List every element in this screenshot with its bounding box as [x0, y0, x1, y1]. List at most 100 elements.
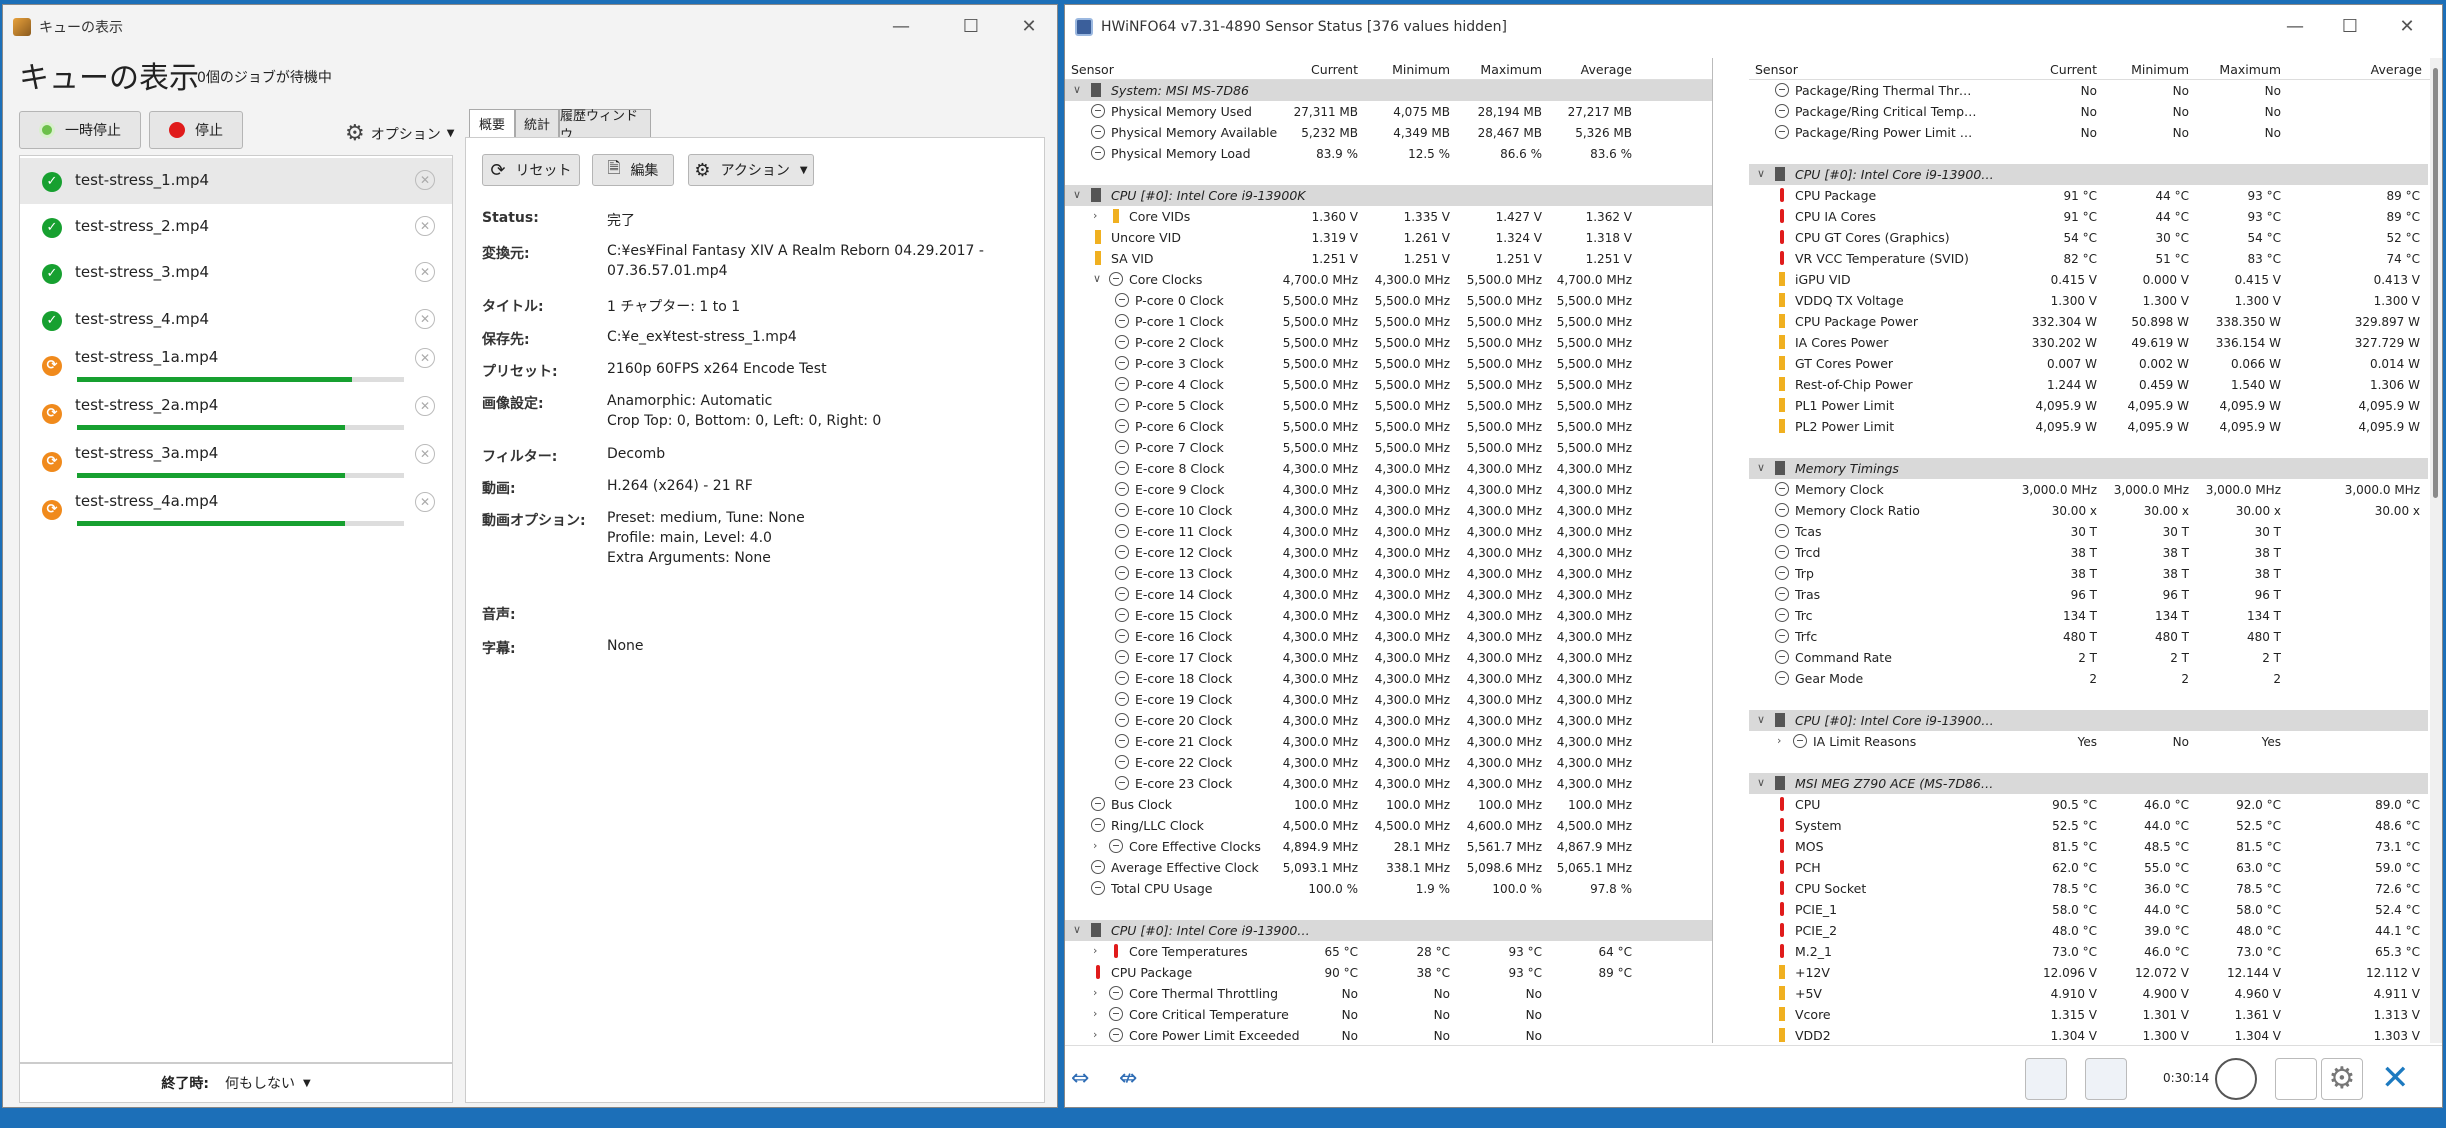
sensor-row[interactable]: Total CPU Usage 100.0 % 1.9 % 100.0 % 97.8 % — [1065, 878, 1712, 899]
sensor-row[interactable]: PL2 Power Limit 4,095.9 W 4,095.9 W 4,095.9… — [1749, 416, 2428, 437]
tab-summary[interactable]: 概要 — [469, 109, 515, 137]
sensor-group-row[interactable]: ∨ CPU [#0]: Intel Core i9-13900K:... — [1065, 920, 1712, 941]
sensor-row[interactable]: SA VID 1.251 V 1.251 V 1.251 V 1.251 V — [1065, 248, 1712, 269]
sensor-row[interactable]: P-core 2 Clock 5,500.0 MHz 5,500.0 MHz 5,50… — [1065, 332, 1712, 353]
sensor-group-row[interactable]: ∨ CPU [#0]: Intel Core i9-13900K:... — [1749, 164, 2428, 185]
maximize-button[interactable]: ☐ — [2320, 13, 2380, 41]
chevron-right-icon[interactable]: › — [1093, 1028, 1097, 1041]
sensor-row[interactable]: P-core 3 Clock 5,500.0 MHz 5,500.0 MHz 5,50… — [1065, 353, 1712, 374]
sensor-group-row[interactable]: ∨ System: MSI MS-7D86 — [1065, 80, 1712, 101]
close-button[interactable]: ✕ — [999, 13, 1057, 41]
sensor-row[interactable]: P-core 5 Clock 5,500.0 MHz 5,500.0 MHz 5,50… — [1065, 395, 1712, 416]
remove-item-icon[interactable]: ✕ — [415, 396, 435, 416]
sensor-row[interactable]: P-core 1 Clock 5,500.0 MHz 5,500.0 MHz 5,50… — [1065, 311, 1712, 332]
sensor-row[interactable]: P-core 6 Clock 5,500.0 MHz 5,500.0 MHz 5,50… — [1065, 416, 1712, 437]
col-sensor[interactable]: Sensor — [1755, 62, 1798, 77]
remove-item-icon[interactable]: ✕ — [415, 348, 435, 368]
network-icon[interactable] — [2085, 1058, 2127, 1100]
chevron-down-icon[interactable]: ∨ — [1073, 83, 1081, 96]
sensor-row[interactable]: E-core 13 Clock 4,300.0 MHz 4,300.0 MHz 4,3… — [1065, 563, 1712, 584]
sensor-row[interactable]: P-core 4 Clock 5,500.0 MHz 5,500.0 MHz 5,50… — [1065, 374, 1712, 395]
chevron-down-icon[interactable]: ∨ — [1073, 188, 1081, 201]
sensor-row[interactable]: PL1 Power Limit 4,095.9 W 4,095.9 W 4,095.9… — [1749, 395, 2428, 416]
sensor-row[interactable]: E-core 20 Clock 4,300.0 MHz 4,300.0 MHz 4,3… — [1065, 710, 1712, 731]
queue-item[interactable]: ⟳ test-stress_1a.mp4 ✕ — [20, 342, 452, 388]
col-sensor[interactable]: Sensor — [1071, 62, 1114, 77]
chevron-down-icon[interactable]: ∨ — [1757, 461, 1765, 474]
chevron-down-icon[interactable]: ∨ — [1073, 923, 1081, 936]
settings-icon[interactable]: ⚙ — [2321, 1058, 2363, 1100]
sensor-row[interactable]: Memory Clock 3,000.0 MHz 3,000.0 MHz 3,000.… — [1749, 479, 2428, 500]
close-button[interactable]: ✕ — [2377, 13, 2437, 41]
sensor-row[interactable]: Memory Clock Ratio 30.00 x 30.00 x 30.00 x 3… — [1749, 500, 2428, 521]
expand-all-icon[interactable]: ⇔ — [1071, 1066, 1089, 1091]
queue-item[interactable]: ✓ test-stress_1.mp4 ✕ — [20, 158, 452, 204]
chevron-right-icon[interactable]: › — [1093, 209, 1097, 222]
remove-item-icon[interactable]: ✕ — [415, 216, 435, 236]
collapse-all-icon[interactable]: ⇎ — [1119, 1066, 1137, 1091]
sensor-row[interactable]: CPU Socket 78.5 °C 36.0 °C 78.5 °C 72.6 °C — [1749, 878, 2428, 899]
sensor-group-row[interactable]: ∨ CPU [#0]: Intel Core i9-13900K:... — [1749, 710, 2428, 731]
sensor-row[interactable]: M.2_1 73.0 °C 46.0 °C 73.0 °C 65.3 °C — [1749, 941, 2428, 962]
col-average[interactable]: Average — [2371, 62, 2422, 77]
chevron-down-icon[interactable]: ∨ — [1093, 272, 1101, 285]
chevron-right-icon[interactable]: › — [1777, 734, 1781, 747]
sensor-row[interactable]: CPU GT Cores (Graphics) 54 °C 30 °C 54 °C 52… — [1749, 227, 2428, 248]
sensor-row[interactable]: VDDQ TX Voltage 1.300 V 1.300 V 1.300 V 1.30… — [1749, 290, 2428, 311]
sensor-group-row[interactable]: ∨ Memory Timings — [1749, 458, 2428, 479]
sensor-row[interactable]: System 52.5 °C 44.0 °C 52.5 °C 48.6 °C — [1749, 815, 2428, 836]
sensor-row[interactable]: +5V 4.910 V 4.900 V 4.960 V 4.911 V — [1749, 983, 2428, 1004]
edit-button[interactable]: 🗎 編集 — [592, 154, 674, 186]
chevron-right-icon[interactable]: › — [1093, 839, 1097, 852]
queue-item[interactable]: ✓ test-stress_2.mp4 ✕ — [20, 204, 452, 250]
sensor-row[interactable]: E-core 17 Clock 4,300.0 MHz 4,300.0 MHz 4,3… — [1065, 647, 1712, 668]
sensor-row[interactable]: CPU IA Cores 91 °C 44 °C 93 °C 89 °C — [1749, 206, 2428, 227]
sensor-row[interactable]: Package/Ring Power Limit Excee... No No No — [1749, 122, 2428, 143]
sensor-row[interactable]: Package/Ring Critical Temperat... No No No — [1749, 101, 2428, 122]
sensor-row[interactable]: IA Cores Power 330.202 W 49.619 W 336.154 W… — [1749, 332, 2428, 353]
vertical-scrollbar[interactable] — [2430, 58, 2442, 1043]
sensor-row[interactable]: MOS 81.5 °C 48.5 °C 81.5 °C 73.1 °C — [1749, 836, 2428, 857]
sensor-row[interactable]: E-core 23 Clock 4,300.0 MHz 4,300.0 MHz 4,3… — [1065, 773, 1712, 794]
sensor-row[interactable]: VDD2 1.304 V 1.300 V 1.304 V 1.303 V — [1749, 1025, 2428, 1043]
remove-item-icon[interactable]: ✕ — [415, 170, 435, 190]
sensor-row[interactable]: Rest-of-Chip Power 1.244 W 0.459 W 1.540 W 1… — [1749, 374, 2428, 395]
sensor-row[interactable]: E-core 22 Clock 4,300.0 MHz 4,300.0 MHz 4,3… — [1065, 752, 1712, 773]
sensor-row[interactable]: Physical Memory Used 27,311 MB 4,075 MB 28,… — [1065, 101, 1712, 122]
minimize-button[interactable]: — — [871, 13, 931, 41]
action-button[interactable]: ⚙ アクション ▼ — [688, 154, 814, 186]
remove-item-icon[interactable]: ✕ — [415, 309, 435, 329]
sensor-row[interactable]: Tcas 30 T 30 T 30 T — [1749, 521, 2428, 542]
sensor-row[interactable]: CPU Package 90 °C 38 °C 93 °C 89 °C — [1065, 962, 1712, 983]
col-average[interactable]: Average — [1581, 62, 1632, 77]
sensor-row[interactable]: P-core 7 Clock 5,500.0 MHz 5,500.0 MHz 5,50… — [1065, 437, 1712, 458]
col-current[interactable]: Current — [1311, 62, 1358, 77]
sensor-row[interactable]: › Core Effective Clocks 4,894.9 MHz 28.1 MH… — [1065, 836, 1712, 857]
sensor-row[interactable]: E-core 19 Clock 4,300.0 MHz 4,300.0 MHz 4,3… — [1065, 689, 1712, 710]
queue-item[interactable]: ⟳ test-stress_2a.mp4 ✕ — [20, 390, 452, 436]
sensor-row[interactable]: Gear Mode 2 2 2 — [1749, 668, 2428, 689]
col-maximum[interactable]: Maximum — [1480, 62, 1542, 77]
sensor-row[interactable]: Uncore VID 1.319 V 1.261 V 1.324 V 1.318 V — [1065, 227, 1712, 248]
sensor-row[interactable]: Trcd 38 T 38 T 38 T — [1749, 542, 2428, 563]
col-current[interactable]: Current — [2050, 62, 2097, 77]
chevron-right-icon[interactable]: › — [1093, 986, 1097, 999]
sensor-row[interactable]: GT Cores Power 0.007 W 0.002 W 0.066 W 0.014… — [1749, 353, 2428, 374]
sensor-row[interactable]: PCH 62.0 °C 55.0 °C 63.0 °C 59.0 °C — [1749, 857, 2428, 878]
chevron-right-icon[interactable]: › — [1093, 1007, 1097, 1020]
sensor-row[interactable]: E-core 9 Clock 4,300.0 MHz 4,300.0 MHz 4,30… — [1065, 479, 1712, 500]
sensor-row[interactable]: › Core Temperatures 65 °C 28 °C 93 °C 64 °C — [1065, 941, 1712, 962]
sensor-row[interactable]: Package/Ring Thermal Throttling No No No — [1749, 80, 2428, 101]
sensor-row[interactable]: CPU Package 91 °C 44 °C 93 °C 89 °C — [1749, 185, 2428, 206]
maximize-button[interactable]: ☐ — [941, 13, 1001, 41]
remove-item-icon[interactable]: ✕ — [415, 262, 435, 282]
sensor-row[interactable]: PCIE_1 58.0 °C 44.0 °C 58.0 °C 52.4 °C — [1749, 899, 2428, 920]
sensor-group-row[interactable]: ∨ CPU [#0]: Intel Core i9-13900K — [1065, 185, 1712, 206]
queue-item[interactable]: ⟳ test-stress_4a.mp4 ✕ — [20, 486, 452, 532]
reset-button[interactable]: ⟳ リセット — [482, 154, 580, 186]
sensor-row[interactable]: E-core 12 Clock 4,300.0 MHz 4,300.0 MHz 4,3… — [1065, 542, 1712, 563]
tab-statistics[interactable]: 統計 — [515, 109, 559, 137]
monitor-icon[interactable] — [2025, 1058, 2067, 1100]
sensor-row[interactable]: P-core 0 Clock 5,500.0 MHz 5,500.0 MHz 5,50… — [1065, 290, 1712, 311]
reset-values-icon[interactable] — [2275, 1058, 2317, 1100]
